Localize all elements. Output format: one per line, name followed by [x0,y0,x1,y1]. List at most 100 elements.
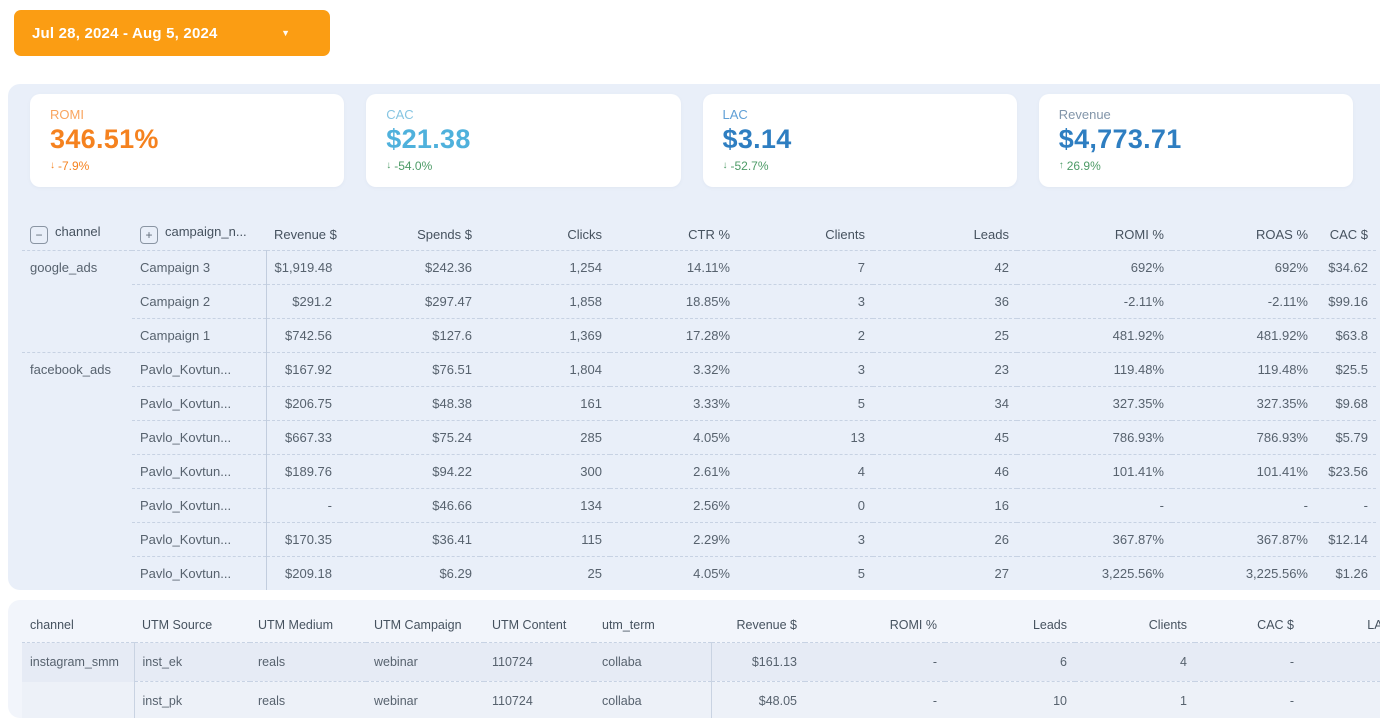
cell-channel [22,557,132,591]
table-row: google_ads Campaign 3 $1,919.48 $242.36 1,25… [22,250,1376,285]
column-label: Clients [1148,618,1187,632]
cell: 285 [480,420,610,455]
cell: 1,804 [480,352,610,387]
cell: $1,919.48 [274,260,333,275]
cell: $242.36 [425,260,472,275]
column-header-utm-medium[interactable]: UTM Medium [250,608,366,643]
column-header-cac[interactable]: CAC $ [1195,608,1302,643]
date-range-picker[interactable]: Jul 28, 2024 - Aug 5, 2024 ▼ [14,10,330,56]
column-label: ROMI % [1114,226,1164,242]
column-header-utm-source[interactable]: UTM Source [134,608,250,643]
column-label: channel [55,224,101,239]
cell: $209.18 [266,556,340,590]
down-arrow-icon: ↓ [386,160,392,171]
cell: 16 [873,488,1017,523]
kpi-cards-row: ROMI 346.51% ↓ -7.9% CAC $21.38 ↓ -54.0% LAC $3.1… [8,84,1380,187]
kpi-delta: ↓ -52.7% [723,159,997,173]
kpi-delta-value: -52.7% [730,159,769,173]
cell: collaba [594,681,712,718]
cell: - [1172,488,1316,523]
cell: 4 [738,454,873,489]
column-label: Clients [825,226,865,242]
column-header-lac[interactable]: LAC $ [1302,608,1380,643]
table-row: Pavlo_Kovtun... - $46.66 134 2.56% 0 16- - - [22,488,1376,523]
kpi-delta: ↓ -54.0% [386,159,660,173]
cell: 134 [480,488,610,523]
column-header-revenue[interactable]: Revenue $ [266,218,340,251]
cell: inst_pk [134,681,250,718]
cell: 1,369 [480,318,610,353]
column-header-romi[interactable]: ROMI % [805,608,945,643]
cell: 3,225.56% [1017,556,1172,590]
column-header-leads[interactable]: Leads [873,218,1017,251]
cell: $36.41 [340,522,480,557]
column-label: LAC $ [1367,618,1380,632]
cell: 300 [480,454,610,489]
cell: 13 [738,420,873,455]
cell: -2.11% [1017,284,1172,319]
expand-icon[interactable]: + [140,226,158,244]
column-header-clicks[interactable]: Clicks [480,218,610,251]
column-label: UTM Content [492,618,567,632]
column-header-spends[interactable]: Spends $ [340,218,480,251]
column-header-cac[interactable]: CAC $ [1316,218,1376,251]
column-header-utm-campaign[interactable]: UTM Campaign [366,608,484,643]
cell-channel [22,455,132,489]
collapse-icon[interactable]: − [30,226,48,244]
column-header-clients[interactable]: Clients [738,218,873,251]
cell: 119.48% [1017,352,1172,387]
cell: - [1316,488,1376,523]
cell: 34 [873,386,1017,421]
cell: 10 [945,681,1075,718]
column-header-leads[interactable]: Leads [945,608,1075,643]
cell-channel: google_ads [30,260,98,276]
cell: $94.22 [340,454,480,489]
column-header-channel[interactable]: − channel [22,218,132,251]
cell: $167.92 [266,352,340,387]
down-arrow-icon: ↓ [50,160,55,171]
cell: 2.61% [610,454,738,489]
cell [1302,681,1380,718]
cell-channel [22,387,132,421]
column-header-roas[interactable]: ROAS % [1172,218,1316,251]
cell: 161 [480,386,610,421]
cell: 26 [873,522,1017,557]
cell: $12.14 [1316,522,1376,557]
cell: $25.5 [1316,352,1376,387]
cell: $48.38 [340,386,480,421]
cell: 101.41% [1017,454,1172,489]
column-header-clients[interactable]: Clients [1075,608,1195,643]
cell: 110724 [484,681,594,718]
table-row: Pavlo_Kovtun... $206.75 $48.38 161 3.33% 5 34 3… [22,386,1376,421]
column-header-romi[interactable]: ROMI % [1017,218,1172,251]
kpi-card-romi: ROMI 346.51% ↓ -7.9% [30,94,345,187]
kpi-value: $21.38 [386,124,471,154]
column-label: Leads [1032,618,1067,632]
cell: 3 [738,352,873,387]
column-header-channel[interactable]: channel [22,608,134,643]
cell: 4.05% [610,556,738,590]
cell-channel [22,489,132,523]
cell: 17.28% [610,318,738,353]
cell: Pavlo_Kovtun... [132,488,267,523]
column-header-utm-term[interactable]: utm_term [594,608,711,643]
cell: $5.79 [1316,420,1376,455]
cell: - [266,488,340,523]
column-header-campaign-n[interactable]: + campaign_n... [132,218,266,251]
date-range-label: Jul 28, 2024 - Aug 5, 2024 [32,24,218,42]
cell: collaba [594,642,712,682]
column-header-ctr[interactable]: CTR % [610,218,738,251]
cell: Pavlo_Kovtun... [132,522,267,557]
kpi-card-lac: LAC $3.14 ↓ -52.7% [702,94,1017,187]
cell: 3.33% [610,386,738,421]
column-label: channel [30,618,74,632]
table-row: facebook_ads Pavlo_Kovtun... $167.92 $76.51… [22,352,1376,387]
cell: - [1195,681,1302,718]
column-label: UTM Source [142,618,213,632]
column-label: Clicks [567,226,602,242]
cell: 14.11% [686,260,730,275]
column-header-utm-content[interactable]: UTM Content [484,608,594,643]
column-header-revenue[interactable]: Revenue $ [711,608,805,643]
kpi-delta: ↑ 26.9% [1059,159,1333,173]
kpi-delta-value: 26.9% [1066,159,1101,173]
